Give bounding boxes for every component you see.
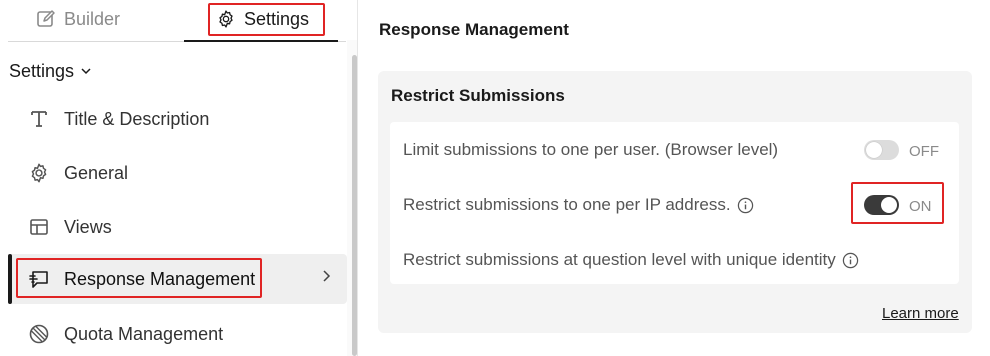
restrict-question-level-label: Restrict submissions at question level w… bbox=[403, 250, 836, 269]
page-title: Response Management bbox=[379, 20, 569, 39]
limit-per-user-toggle-state: OFF bbox=[909, 143, 939, 160]
text-t-icon bbox=[28, 108, 50, 130]
gear-icon bbox=[28, 162, 50, 184]
tab-builder[interactable]: Builder bbox=[36, 3, 120, 35]
sidebar-item-label: General bbox=[64, 162, 129, 183]
card-title: Restrict Submissions bbox=[391, 86, 565, 105]
restrict-per-ip-toggle-state: ON bbox=[909, 198, 932, 215]
learn-more-link[interactable]: Learn more bbox=[882, 305, 959, 322]
chat-response-icon bbox=[28, 268, 50, 290]
restrict-per-ip-toggle[interactable] bbox=[864, 195, 899, 215]
limit-per-user-toggle[interactable] bbox=[864, 140, 899, 160]
chevron-right-icon bbox=[321, 269, 331, 288]
layout-icon bbox=[28, 216, 50, 238]
tab-builder-label: Builder bbox=[64, 8, 121, 29]
toggle-knob bbox=[881, 197, 897, 213]
gear-icon bbox=[219, 10, 233, 28]
sidebar-item-label: Quota Management bbox=[64, 323, 224, 344]
sidebar-item-label: Views bbox=[64, 216, 112, 237]
info-icon[interactable] bbox=[737, 197, 754, 214]
settings-section-label: Settings bbox=[9, 60, 75, 81]
settings-section-toggle[interactable]: Settings bbox=[9, 59, 92, 83]
limit-per-user-label: Limit submissions to one per user. (Brow… bbox=[403, 140, 779, 159]
restrict-question-level-row: Restrict submissions at question level w… bbox=[403, 250, 859, 270]
sidebar-item-label: Title & Description bbox=[64, 108, 210, 129]
sidebar-item-general[interactable]: General bbox=[8, 148, 347, 198]
sidebar-item-title-description[interactable]: Title & Description bbox=[8, 94, 347, 144]
restrict-per-ip-row: Restrict submissions to one per IP addre… bbox=[403, 195, 754, 215]
tab-settings-label: Settings bbox=[244, 8, 310, 29]
settings-sidebar-panel: Builder Settings Settings Title & Descri… bbox=[0, 0, 357, 356]
sidebar-item-response-management[interactable]: Response Management bbox=[8, 254, 347, 304]
quota-icon bbox=[28, 323, 50, 345]
panel-divider bbox=[357, 0, 358, 356]
sidebar-item-label: Response Management bbox=[64, 268, 256, 289]
info-icon[interactable] bbox=[842, 252, 859, 269]
tab-settings[interactable]: Settings bbox=[216, 3, 309, 35]
toggle-knob bbox=[866, 142, 882, 158]
edit-icon bbox=[37, 10, 55, 27]
sidebar-item-views[interactable]: Views bbox=[8, 202, 347, 252]
limit-per-user-row: Limit submissions to one per user. (Brow… bbox=[403, 140, 778, 160]
active-tab-indicator bbox=[184, 40, 338, 42]
restrict-per-ip-label: Restrict submissions to one per IP addre… bbox=[403, 195, 731, 214]
sidebar-item-quota-management[interactable]: Quota Management bbox=[8, 309, 347, 356]
chevron-down-icon bbox=[81, 68, 91, 75]
